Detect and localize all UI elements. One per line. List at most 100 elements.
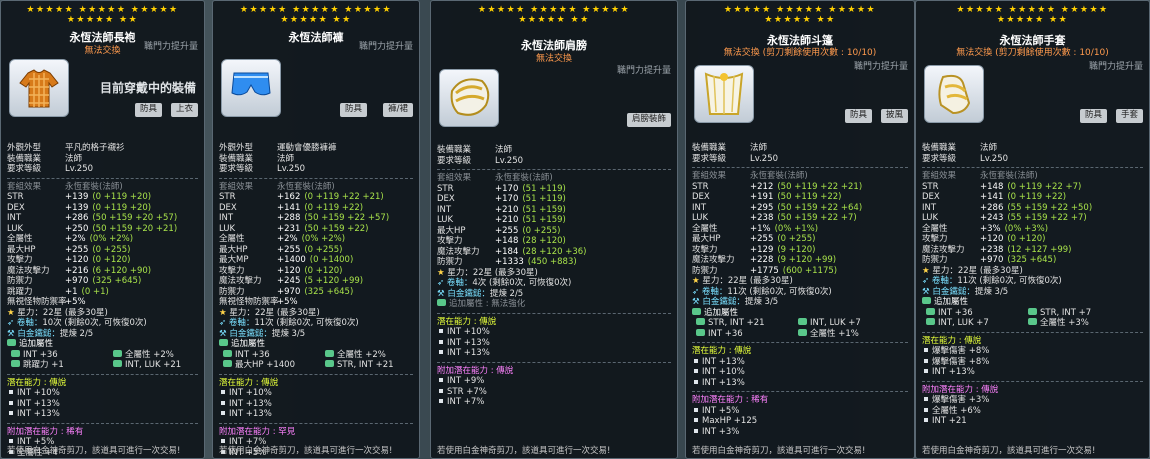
divider — [437, 312, 671, 314]
stat-breakdown: (51 +119) — [522, 194, 566, 204]
req-value: Lv.250 — [65, 164, 94, 174]
additional-stat-row: INT +36 全屬性 +2% — [7, 349, 198, 361]
additional-stat: INT +36 — [938, 307, 973, 318]
potential-line: INT +13% — [437, 348, 671, 359]
req-value: 法師 — [277, 153, 295, 164]
item-tooltip: ★★★★★ ★★★★★ ★★★★★ ★★★★★ ★★ 永恆法師長袍 無法交換 職門力提… — [0, 0, 205, 459]
tooltip-body: 外觀外型 運動會優勝褲褲 裝備職業 法師 要求等級 Lv.250 套組效果 永恆套裝(法師) S… — [219, 143, 413, 458]
req-label: 要求等級 — [7, 164, 42, 174]
stat-value: +139 — [65, 192, 89, 202]
stat-increase-label: 職門力提升量 — [1088, 62, 1143, 72]
stat-name: DEX — [7, 202, 25, 213]
stat-name: 無視怪物防禦率 — [219, 297, 279, 307]
bullet-icon — [924, 418, 928, 422]
bullet-icon — [924, 348, 928, 352]
star-force-row: ★ 星力：22星 (最多30星) — [922, 266, 1143, 277]
stat-name: LUK — [7, 223, 24, 234]
stat-value: +120 — [65, 255, 89, 265]
set-name: 永恆套裝(法師) — [750, 171, 808, 181]
star-force-row: ★ 星力：22星 (最多30星) — [437, 268, 671, 279]
stat-increase-label: 職門力提升量 — [616, 66, 671, 76]
bullet-icon — [439, 378, 443, 382]
req-level-row: 要求等級 Lv.250 — [922, 154, 1143, 165]
category-badge: 肩膀裝飾 — [626, 113, 671, 127]
stat-row: 防禦力 +970 (325 +645) — [7, 276, 198, 287]
stat-value: +238 — [750, 213, 774, 223]
star-icon: ★ — [219, 307, 230, 318]
stat-name: 跳躍力 — [7, 286, 33, 297]
stat-name: 魔法攻擊力 — [219, 276, 262, 286]
flame-icon — [7, 339, 16, 346]
stat-row: DEX +139 (0 +119 +20) — [7, 203, 198, 214]
potential-value: INT +13% — [702, 356, 745, 367]
divider — [692, 391, 908, 392]
divider — [437, 361, 671, 363]
scroll-icon: ➶ 卷軸： — [7, 318, 43, 328]
potential-title: 潛在能力 : 傳說 — [437, 316, 497, 327]
bullet-icon — [221, 411, 225, 415]
potential-line: INT +10% — [437, 327, 671, 338]
bonus-potential-line: 全屬性 +6% — [922, 406, 1143, 417]
flame-icon — [922, 297, 931, 304]
req-value: 法師 — [750, 143, 768, 153]
req-label: 裝備職業 — [922, 143, 957, 153]
stat-row: DEX +170 (51 +119) — [437, 194, 671, 205]
stat-increase-label: 職門力提升量 — [853, 62, 908, 72]
stat-row: 攻擊力 +148 (28 +120) — [437, 236, 671, 247]
tooltip-body: 裝備職業 法師 要求等級 Lv.250 套組效果 永恆套裝(法師) STR +170 (51 +… — [437, 145, 671, 408]
additional-stat-icon — [1028, 307, 1037, 315]
star-icon: ★ — [7, 307, 18, 318]
stat-row: 魔法攻擊力 +228 (9 +120 +99) — [692, 255, 908, 266]
potential-line: INT +13% — [7, 409, 198, 420]
stat-row: 攻擊力 +120 (0 +120) — [7, 255, 198, 266]
set-name: 永恆套裝(法師) — [980, 171, 1038, 181]
additional-stats-title: 追加屬性 : 無法強化 — [437, 299, 671, 310]
shirt-icon — [9, 59, 69, 117]
stat-breakdown: (0 +120) — [92, 255, 131, 265]
bullet-icon — [694, 358, 698, 363]
additional-stats-title: 追加屬性 — [692, 307, 908, 319]
bullet-icon — [9, 439, 13, 443]
additional-stats-title: 追加屬性 — [922, 297, 1143, 308]
category-badge: 手套 — [1115, 109, 1143, 123]
set-effect-label: 套組效果 — [922, 171, 957, 181]
stat-value: +255 — [65, 244, 89, 255]
stat-value: +5% — [277, 297, 298, 307]
stat-row: DEX +191 (50 +119 +22) — [692, 192, 908, 203]
stat-name: 魔法攻擊力 — [922, 244, 965, 255]
scroll-icon: ➶ 卷軸： — [437, 278, 473, 288]
req-level-row: 要求等級 Lv.250 — [692, 154, 908, 165]
tooltip-body: 外觀外型 平凡的格子襯衫 裝備職業 法師 要求等級 Lv.250 套組效果 永恆套裝(法師) S… — [7, 143, 198, 458]
appearance-row: 外觀外型 平凡的格子襯衫 — [7, 143, 198, 154]
stat-breakdown: (50 +159 +22) — [304, 223, 369, 234]
divider — [7, 177, 198, 179]
star-force-row: ★ 星力：22星 (最多30星) — [7, 308, 198, 319]
additional-stat: INT, LUK +7 — [938, 318, 989, 328]
req-level-row: 要求等級 Lv.250 — [437, 156, 671, 167]
set-effect-row: 套組效果 永恆套裝(法師) — [692, 171, 908, 182]
trade-footer: 若使用白金神奇剪刀，該道具可進行一次交易! — [437, 446, 611, 456]
stat-value: +141 — [277, 202, 301, 213]
stat-value: +141 — [980, 192, 1004, 202]
stat-name: 攻擊力 — [692, 244, 718, 255]
bullet-icon — [924, 358, 928, 363]
stat-value: +295 — [750, 202, 774, 213]
star-force-stars: ★★★★★ ★★★★★ ★★★★★ ★★★★★ ★★ — [26, 5, 179, 25]
potential-line: INT +10% — [692, 367, 908, 378]
stat-name: 防禦力 — [692, 265, 718, 276]
stat-value: +255 — [750, 234, 774, 244]
stat-name: LUK — [437, 215, 454, 225]
stat-name: 魔法攻擊力 — [7, 265, 50, 276]
stat-name: DEX — [437, 194, 455, 204]
potential-value: 爆擊傷害 +8% — [932, 346, 990, 356]
stat-name: 全屬性 — [692, 223, 718, 234]
potential-value: INT +13% — [447, 337, 490, 348]
divider — [922, 167, 1143, 168]
stat-breakdown: (28 +120 +36) — [522, 246, 587, 257]
stat-name: 最大MP — [219, 255, 249, 265]
req-label: 要求等級 — [922, 153, 957, 164]
stat-breakdown: (50 +159 +22 +57) — [304, 213, 390, 223]
equip-class-row: 裝備職業 法師 — [692, 143, 908, 154]
stat-breakdown: (325 +645) — [304, 286, 354, 297]
stat-row: 無視怪物防禦率+5% — [219, 297, 413, 308]
